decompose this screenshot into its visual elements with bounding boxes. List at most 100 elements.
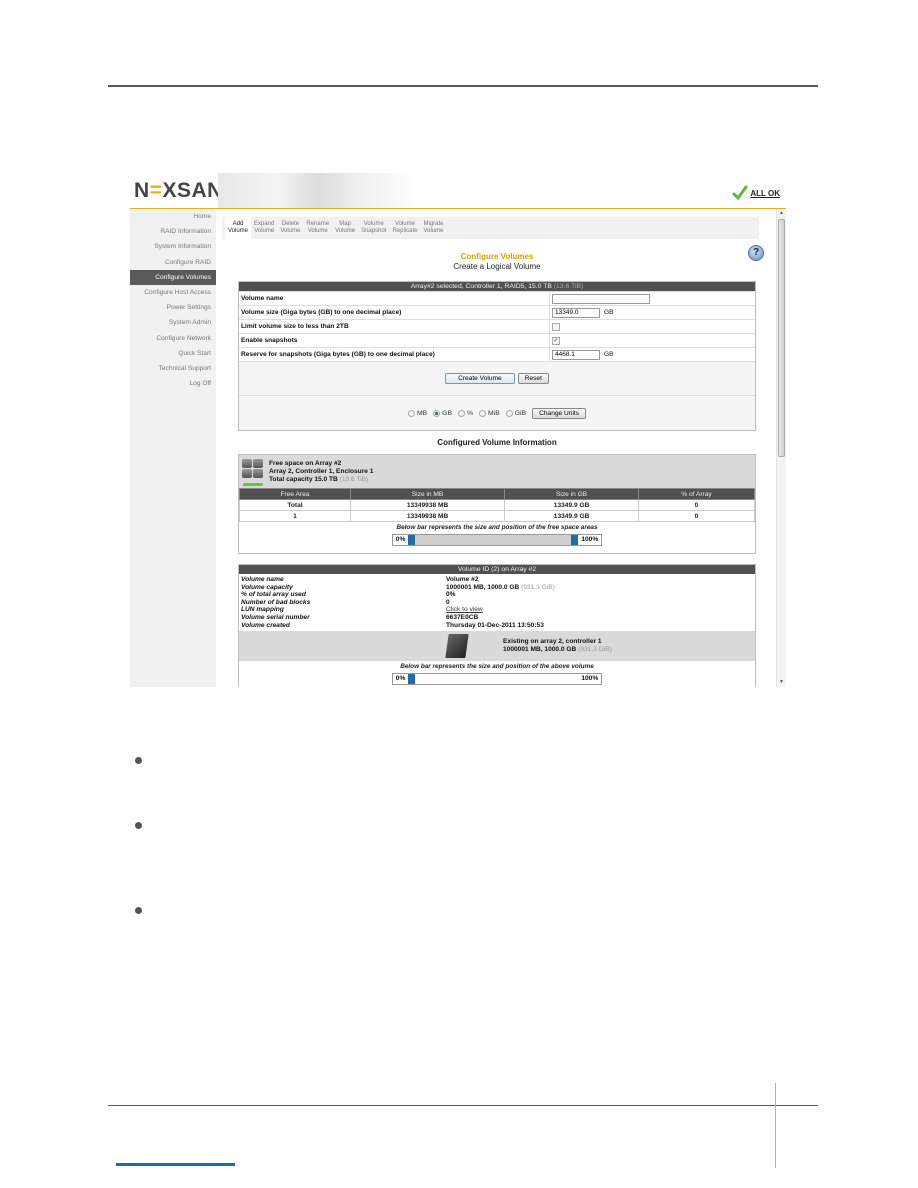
table-cell: 1 — [239, 510, 351, 522]
volume-bar-caption: Below bar represents the size and positi… — [400, 663, 594, 671]
tab-label: Replicate — [392, 228, 418, 234]
volume-name-label: Volume name — [239, 292, 550, 305]
enable-snapshots-checkbox[interactable]: ✓ — [552, 336, 560, 345]
snapshot-reserve-input[interactable] — [552, 349, 600, 360]
tab-volume-replicate[interactable]: Volume Replicate — [389, 217, 420, 239]
tab-label: Snapshot — [361, 228, 387, 234]
unit-radio-mb[interactable]: MB — [407, 409, 427, 417]
page-top-rule — [108, 85, 818, 87]
sidebar-item-system-information[interactable]: System Information — [130, 239, 216, 254]
units-selector: MB GB % MiB GiB Change Units — [239, 395, 755, 430]
bad-blocks-value: 0 — [446, 598, 450, 606]
total-capacity-tib: (13.6 TiB) — [339, 475, 369, 483]
tab-expand-volume[interactable]: Expand Volume — [251, 217, 277, 239]
configured-volume-title: Configured Volume Information — [437, 438, 557, 447]
sidebar-item-raid-information[interactable]: RAID Information — [130, 224, 216, 239]
sidebar-item-configure-volumes[interactable]: Configure Volumes — [130, 269, 216, 285]
sidebar-item-system-admin[interactable]: System Admin — [130, 315, 216, 330]
free-space-bar-wrap: 0% 100% — [239, 534, 755, 553]
radio-icon — [457, 409, 465, 417]
unit-radio-gib[interactable]: GiB — [505, 409, 526, 417]
tab-label: Expand — [254, 221, 275, 227]
sidebar-item-home[interactable]: Home — [130, 209, 216, 224]
scroll-down-arrow-icon[interactable]: ▼ — [777, 678, 786, 687]
unit-radio-mib[interactable]: MiB — [479, 409, 500, 417]
limit-2tb-checkbox[interactable] — [552, 322, 560, 331]
sidebar-item-power-settings[interactable]: Power Settings — [130, 300, 216, 315]
sidebar-item-quick-start[interactable]: Quick Start — [130, 346, 216, 361]
banner-decoration — [218, 173, 418, 208]
page-bottom-rule — [108, 1105, 818, 1106]
column-header: Free Area — [239, 488, 351, 500]
scrollbar[interactable]: ▲ ▼ — [776, 209, 786, 687]
pct-used-value: 0% — [446, 591, 456, 599]
form-actions: Create Volume Reset — [239, 361, 755, 395]
tab-rename-volume[interactable]: Rename Volume — [303, 217, 332, 239]
volume-size-label: Volume size (Giga bytes (GB) to one deci… — [239, 306, 550, 319]
change-units-button[interactable]: Change Units — [532, 407, 587, 419]
scroll-up-arrow-icon[interactable]: ▲ — [777, 209, 786, 218]
volume-capacity-gib: (931.3 GiB) — [521, 583, 555, 591]
snapshot-reserve-row: Reserve for snapshots (Giga bytes (GB) t… — [239, 347, 755, 361]
table-cell: 0 — [637, 499, 756, 511]
tab-label: Map — [339, 221, 351, 227]
volume-size-input[interactable] — [552, 307, 600, 318]
volume-size-unit: GB — [604, 309, 614, 316]
free-space-header: Free space on Array #2 Array 2, Controll… — [239, 455, 755, 488]
volume-detail-values: Volume #2 1000001 MB, 1000.0 GB (931.3 G… — [446, 576, 555, 629]
volume-name-value: Volume #2 — [446, 576, 479, 583]
nexsan-logo: N=XSAN — [134, 179, 223, 202]
volume-capacity-value: 1000001 MB, 1000.0 GB — [446, 583, 520, 591]
table-cell: 0 — [637, 510, 756, 522]
limit-2tb-row: Limit volume size to less than 2TB — [239, 319, 755, 333]
page-subtitle: Create a Logical Volume — [453, 262, 541, 271]
create-volume-button[interactable]: Create Volume — [445, 373, 515, 384]
free-space-location: Array 2, Controller 1, Enclosure 1 — [269, 467, 374, 475]
system-status[interactable]: ALL OK — [732, 185, 780, 201]
table-row: 1 13349938 MB 13349.9 GB 0 — [239, 510, 756, 522]
help-icon[interactable]: ? — [748, 245, 764, 261]
bar-start-label: 0% — [392, 674, 409, 685]
radio-icon — [505, 409, 513, 417]
free-space-table: Free Area Size in MB Size in GB % of Arr… — [239, 488, 756, 522]
bar-start-label: 0% — [392, 535, 409, 545]
sidebar-item-configure-raid[interactable]: Configure RAID — [130, 255, 216, 270]
tab-label: Volume — [423, 228, 444, 234]
detail-key: Volume created — [241, 621, 290, 629]
volume-bar-wrap: 0% 100% — [239, 673, 755, 686]
table-cell: 13349.9 GB — [504, 499, 639, 511]
scrollbar-thumb[interactable] — [778, 219, 785, 457]
radio-icon — [407, 409, 415, 417]
unit-radio-percent[interactable]: % — [457, 409, 474, 417]
free-space-bar-caption: Below bar represents the size and positi… — [396, 524, 598, 531]
enable-snapshots-label: Enable snapshots — [239, 334, 550, 347]
table-cell: Total — [239, 499, 351, 511]
tab-map-volume[interactable]: Map Volume — [332, 217, 358, 239]
all-ok-link[interactable]: ALL OK — [750, 189, 780, 198]
sidebar-item-configure-network[interactable]: Configure Network — [130, 331, 216, 346]
tab-add-volume[interactable]: Add Volume — [225, 217, 252, 239]
tab-migrate-volume[interactable]: Migrate Volume — [420, 217, 446, 239]
serial-number-value: 6637E0CB — [446, 613, 479, 621]
tab-label: Rename — [306, 221, 330, 227]
tab-volume-snapshot[interactable]: Volume Snapshot — [358, 217, 389, 239]
bar-end-label: 100% — [578, 535, 602, 545]
sidebar-item-technical-support[interactable]: Technical Support — [130, 361, 216, 376]
tab-label: Volume — [307, 228, 328, 234]
volume-name-input[interactable] — [552, 293, 650, 304]
main-content: Add Volume Expand Volume Delete Volume Rena… — [222, 209, 764, 687]
tab-delete-volume[interactable]: Delete Volume — [277, 217, 303, 239]
snapshot-reserve-unit: GB — [604, 351, 614, 358]
table-row: Total 13349938 MB 13349.9 GB 0 — [239, 499, 756, 511]
volume-details: Volume name Volume capacity % of total a… — [239, 574, 755, 631]
reset-button[interactable]: Reset — [517, 373, 549, 384]
sidebar-item-log-off[interactable]: Log Off — [130, 376, 216, 391]
nexsan-screenshot: N=XSAN ALL OK Home RAID Information Syst… — [130, 173, 786, 687]
volume-info-panel: Volume ID (2) on Array #2 Volume name Vo… — [238, 564, 756, 687]
unit-label: % — [466, 409, 474, 417]
lun-mapping-link[interactable]: Click to view — [446, 606, 483, 613]
detail-key: Volume capacity — [241, 583, 293, 591]
sidebar-item-configure-host-access[interactable]: Configure Host Access — [130, 285, 216, 300]
table-cell: 13349.9 GB — [504, 510, 639, 522]
unit-radio-gb[interactable]: GB — [433, 409, 452, 417]
